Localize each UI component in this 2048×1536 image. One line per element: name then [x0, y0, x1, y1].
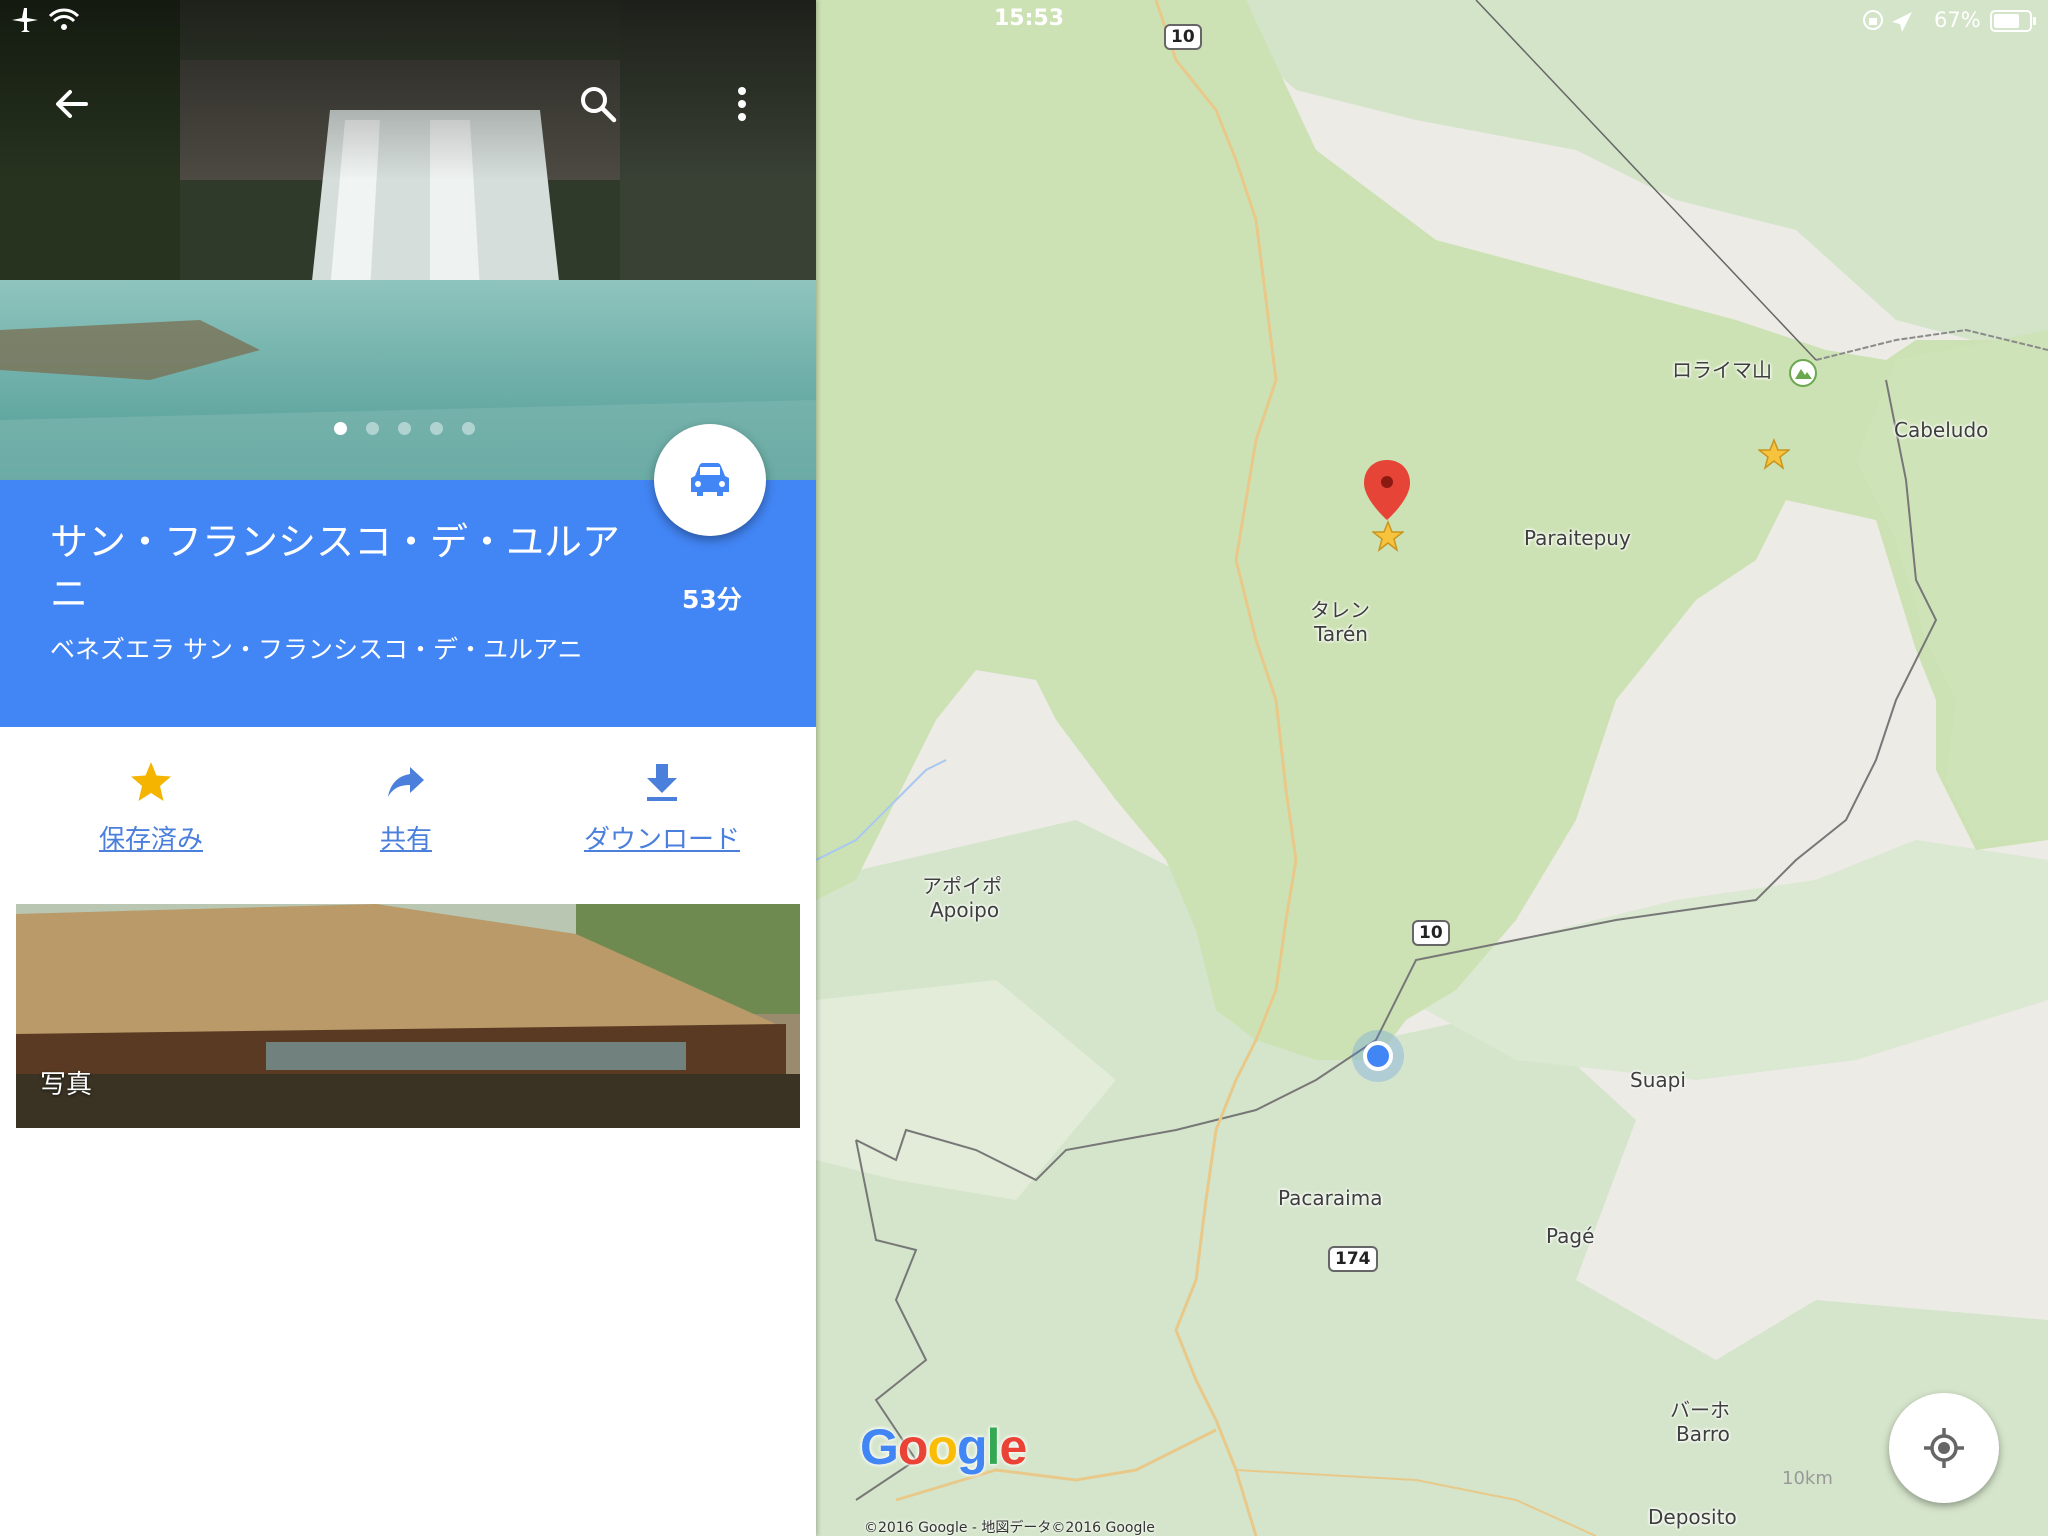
place-panel: サン・フランシスコ・デ・ユルアニ 53分 ベネズエラ サン・フランシスコ・デ・ユ…: [0, 0, 816, 1536]
search-icon: [581, 87, 617, 123]
map-label-pacaraima: Pacaraima: [1278, 1186, 1383, 1210]
google-logo-letter: G: [860, 1419, 899, 1475]
google-logo-letter: l: [986, 1419, 1001, 1475]
photo-pager[interactable]: [334, 422, 475, 435]
map-copyright: ©2016 Google - 地図データ©2016 Google: [864, 1520, 1155, 1536]
map-label-taren: Tarén: [1314, 622, 1368, 646]
photos-label: 写真: [40, 1070, 93, 1100]
google-logo: Google: [860, 1418, 1027, 1476]
download-icon: [647, 764, 677, 801]
star-icon: [131, 762, 171, 801]
map-label-deposito: Deposito: [1648, 1505, 1737, 1529]
share-icon: [388, 767, 424, 797]
hero-photo[interactable]: [0, 0, 816, 480]
map-terrain: [816, 0, 2048, 1536]
map-scale: 10km: [1782, 1468, 1833, 1489]
building-photo: [16, 904, 800, 1128]
place-title: サン・フランシスコ・デ・ユルアニ: [50, 520, 621, 616]
saved-star-icon-2[interactable]: [1758, 438, 1790, 470]
more-vert-icon: [738, 87, 746, 121]
crosshair-icon: [1924, 1428, 1964, 1468]
back-arrow-icon: [56, 90, 88, 118]
route-shield-10: 10: [1164, 24, 1202, 50]
drive-time: 53分: [682, 585, 742, 614]
map-label-barro: Barro: [1676, 1422, 1730, 1446]
share-button[interactable]: 共有: [276, 757, 536, 856]
map-label-taren-ja: タレン: [1310, 598, 1370, 622]
map-label-apoipo-ja: アポイポ: [922, 874, 1002, 898]
map-label-page: Pagé: [1546, 1224, 1595, 1248]
action-bar: 保存済み 共有 ダウンロード: [0, 727, 816, 877]
car-icon: [691, 463, 729, 496]
my-location-button[interactable]: [1889, 1393, 1999, 1503]
map-label-barro-ja: バーホ: [1670, 1398, 1730, 1422]
pager-dot[interactable]: [398, 422, 411, 435]
hero-shade: [0, 0, 816, 180]
route-shield-174: 174: [1328, 1246, 1378, 1272]
saved-star-icon[interactable]: [1372, 520, 1404, 552]
map-label-roraima: ロライマ山: [1672, 358, 1772, 382]
map-label-cabeludo: Cabeludo: [1894, 418, 1989, 442]
directions-button[interactable]: [654, 424, 766, 536]
place-address: ベネズエラ サン・フランシスコ・デ・ユルアニ: [50, 635, 583, 664]
google-logo-letter: e: [999, 1419, 1027, 1475]
back-button[interactable]: [40, 72, 104, 136]
pager-dot[interactable]: [366, 422, 379, 435]
mountain-icon[interactable]: [1788, 358, 1818, 388]
saved-button[interactable]: 保存済み: [21, 757, 281, 856]
pager-dot[interactable]: [462, 422, 475, 435]
more-options-button[interactable]: [710, 72, 774, 136]
pager-dot[interactable]: [334, 422, 347, 435]
google-logo-letter: o: [897, 1419, 929, 1475]
download-button[interactable]: ダウンロード: [532, 757, 792, 856]
current-location-icon: [1352, 1030, 1404, 1082]
share-label: 共有: [379, 825, 432, 855]
search-button[interactable]: [566, 72, 630, 136]
download-label: ダウンロード: [583, 825, 740, 855]
google-logo-letter: g: [957, 1419, 988, 1475]
map-view[interactable]: ロライマ山 Cabeludo Paraitepuy タレン Tarén アポイポ…: [816, 0, 2048, 1536]
map-label-apoipo: Apoipo: [930, 898, 1000, 922]
pager-dot[interactable]: [430, 422, 443, 435]
saved-label: 保存済み: [98, 825, 203, 855]
map-label-suapi: Suapi: [1630, 1068, 1686, 1092]
photos-card[interactable]: 写真: [16, 904, 800, 1128]
google-logo-letter: o: [927, 1419, 958, 1475]
route-shield-10-mid: 10: [1412, 920, 1450, 946]
map-label-paraitepuy: Paraitepuy: [1524, 526, 1631, 550]
